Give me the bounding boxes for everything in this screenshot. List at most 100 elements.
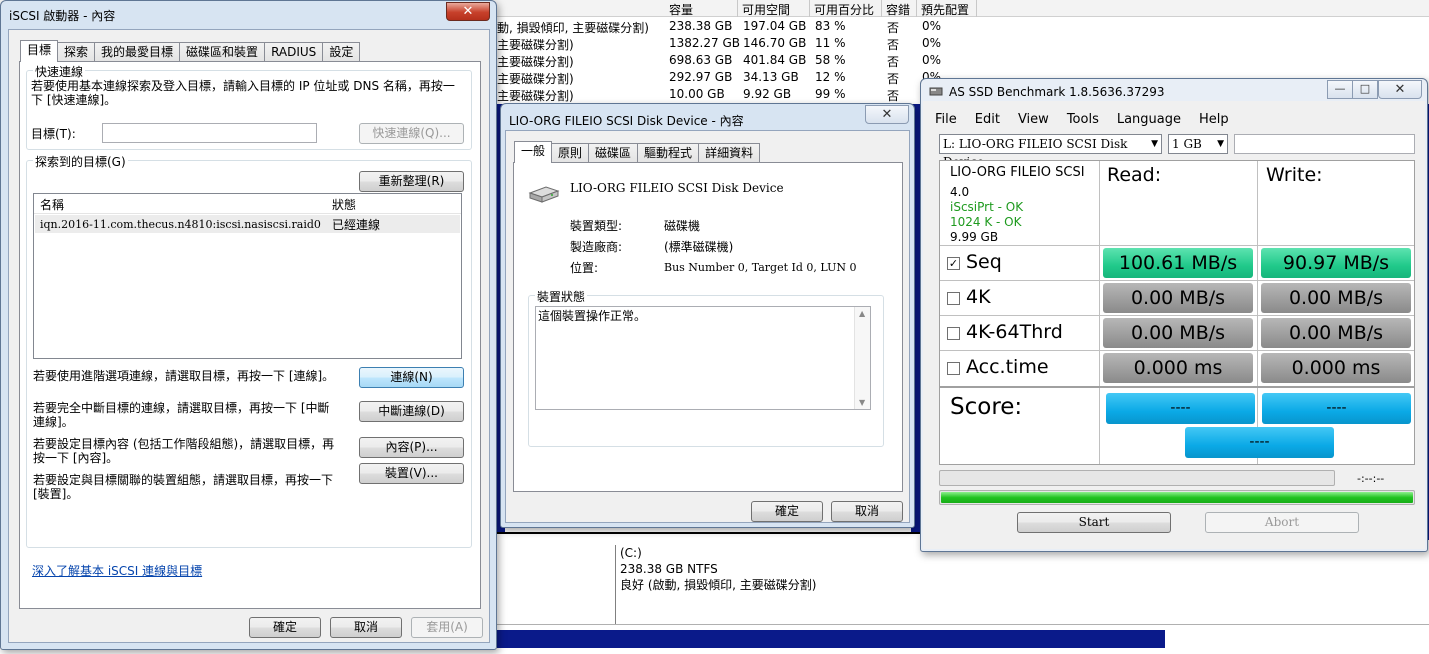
table-row[interactable]: iqn.2016-11.com.thecus.n4810:iscsi.nasis… <box>35 215 460 233</box>
volume-status: 動, 損毀傾印, 主要磁碟分割) <box>497 21 649 35</box>
grid-line <box>940 315 1414 316</box>
scrollbar[interactable]: ▲ ▼ <box>854 307 870 409</box>
scroll-down-icon[interactable]: ▼ <box>859 398 865 407</box>
grid-line <box>940 386 1414 388</box>
disconnect-description: 若要完全中斷目標的連線，請選取目標，再按一下 [中斷連線]。 <box>33 401 330 429</box>
cancel-button[interactable]: 取消 <box>831 501 903 522</box>
comment-field[interactable] <box>1234 134 1415 154</box>
cancel-button[interactable]: 取消 <box>330 617 402 638</box>
total-progress-bar <box>939 490 1415 505</box>
test-label: Acc.time <box>966 356 1049 378</box>
acc-read-result: 0.000 ms <box>1103 353 1253 383</box>
learn-more-link[interactable]: 深入了解基本 iSCSI 連線與目標 <box>32 564 202 578</box>
volume-free: 401.84 GB <box>743 53 807 67</box>
properties-button[interactable]: 內容(P)... <box>359 437 464 458</box>
menu-language[interactable]: Language <box>1117 112 1181 127</box>
size-select[interactable]: 1 GB ▼ <box>1168 134 1228 154</box>
menu-edit[interactable]: Edit <box>975 112 1000 127</box>
targets-list[interactable]: 名稱 狀態 iqn.2016-11.com.thecus.n4810:iscsi… <box>33 193 462 359</box>
acc-write-result: 0.000 ms <box>1261 353 1411 383</box>
tab-targets[interactable]: 目標 <box>20 40 59 62</box>
volume-pct: 83 % <box>815 19 846 33</box>
ok-button[interactable]: 確定 <box>751 501 823 522</box>
4k64-checkbox[interactable] <box>947 327 960 340</box>
score-label: Score: <box>950 394 1023 420</box>
close-button[interactable]: ✕ <box>446 2 490 21</box>
4k-checkbox[interactable] <box>947 292 960 305</box>
devices-button[interactable]: 裝置(V)... <box>359 463 464 484</box>
general-panel: LIO-ORG FILEIO SCSI Disk Device 裝置類型: 磁碟… <box>513 162 903 492</box>
volume-free: 9.92 GB <box>743 87 792 101</box>
minimize-button[interactable]: — <box>1327 80 1353 99</box>
close-button[interactable]: ✕ <box>865 105 909 124</box>
close-button[interactable]: ✕ <box>1378 80 1422 99</box>
target-input[interactable] <box>102 123 317 143</box>
scroll-up-icon[interactable]: ▲ <box>859 309 865 318</box>
device-status-textbox[interactable]: 這個裝置操作正常。 ▲ ▼ <box>535 306 871 410</box>
tab-volumes[interactable]: 磁碟區 <box>588 143 639 163</box>
quick-connect-button[interactable]: 快速連線(Q)... <box>359 123 464 144</box>
menu-view[interactable]: View <box>1018 112 1049 127</box>
write-header: Write: <box>1266 164 1323 186</box>
volume-free: 34.13 GB <box>743 70 799 84</box>
read-header: Read: <box>1107 164 1162 186</box>
col-fault[interactable]: 容錯 <box>882 0 917 17</box>
menu-file[interactable]: File <box>935 112 957 127</box>
tab-policies[interactable]: 原則 <box>551 143 590 163</box>
tab-volumes-devices[interactable]: 磁碟區和裝置 <box>179 42 266 62</box>
grid-line <box>940 245 1414 246</box>
connect-button[interactable]: 連線(N) <box>359 367 464 388</box>
col-free[interactable]: 可用空間 <box>738 0 810 17</box>
results-grid: LIO-ORG FILEIO SCSI 4.0 iScsiPrt - OK 10… <box>939 160 1415 465</box>
partition-size: 238.38 GB NTFS <box>620 562 718 576</box>
col-pct[interactable]: 可用百分比 <box>810 0 882 17</box>
column-status[interactable]: 狀態 <box>332 198 356 212</box>
volume-row[interactable]: 主要磁碟分割) 698.63 GB 401.84 GB 58 % 否 0% <box>497 53 977 70</box>
acc-time-checkbox[interactable] <box>947 362 960 375</box>
abort-button[interactable]: Abort <box>1205 512 1359 533</box>
tab-driver[interactable]: 驅動程式 <box>637 143 700 163</box>
size-select-value: 1 GB <box>1172 137 1202 151</box>
group-label: 裝置狀態 <box>535 288 588 305</box>
partition-c[interactable]: (C:) 238.38 GB NTFS 良好 (啟動, 損毀傾印, 主要磁碟分割… <box>620 545 816 593</box>
4k-write-result: 0.00 MB/s <box>1261 283 1411 313</box>
column-name[interactable]: 名稱 <box>40 198 64 212</box>
volume-row[interactable]: 主要磁碟分割) 292.97 GB 34.13 GB 12 % 否 0% <box>497 70 977 87</box>
menu-tools[interactable]: Tools <box>1067 112 1099 127</box>
dialog-body: 目標 探索 我的最愛目標 磁碟區和裝置 RADIUS 設定 快速連線 若要使用基… <box>8 29 490 643</box>
volume-capacity: 698.63 GB <box>669 53 733 67</box>
tab-favorite-targets[interactable]: 我的最愛目標 <box>94 42 181 62</box>
ok-button[interactable]: 確定 <box>249 617 321 638</box>
volume-pct: 58 % <box>815 53 846 67</box>
col-overhead[interactable]: 預先配置 <box>917 0 977 17</box>
disconnect-button[interactable]: 中斷連線(D) <box>359 401 464 422</box>
partition-status: 良好 (啟動, 損毀傾印, 主要磁碟分割) <box>620 578 817 592</box>
volume-row[interactable]: 主要磁碟分割) 1382.27 GB 146.70 GB 11 % 否 0% <box>497 36 977 53</box>
tab-general[interactable]: 一般 <box>514 141 553 163</box>
volume-fault: 否 <box>887 89 900 103</box>
app-icon <box>929 85 943 97</box>
tab-strip: 目標 探索 我的最愛目標 磁碟區和裝置 RADIUS 設定 <box>20 40 361 62</box>
manufacturer-label: 製造廠商: <box>570 240 623 254</box>
quick-connect-description: 若要使用基本連線探索及登入目標，請輸入目標的 IP 位址或 DNS 名稱，再按一… <box>31 79 455 107</box>
maximize-button[interactable]: □ <box>1352 80 1378 99</box>
progress-fill <box>941 492 1413 503</box>
volume-overhead: 0% <box>922 36 942 50</box>
refresh-button[interactable]: 重新整理(R) <box>359 171 464 192</box>
tab-radius[interactable]: RADIUS <box>264 42 324 62</box>
tab-discovery[interactable]: 探索 <box>57 42 96 62</box>
start-button[interactable]: Start <box>1017 512 1171 533</box>
seq-checkbox[interactable]: ✓ <box>947 257 960 270</box>
disk-drive-icon <box>528 183 560 205</box>
tab-details[interactable]: 詳細資料 <box>698 143 761 163</box>
apply-button[interactable]: 套用(A) <box>411 617 483 638</box>
drive-select[interactable]: L: LIO-ORG FILEIO SCSI Disk Device ▼ <box>939 134 1162 169</box>
volume-status: 主要磁碟分割) <box>497 89 574 103</box>
volume-row[interactable]: 動, 損毀傾印, 主要磁碟分割) 238.38 GB 197.04 GB 83 … <box>497 19 977 36</box>
col-capacity[interactable]: 容量 <box>665 0 738 17</box>
volume-row[interactable]: 主要磁碟分割) 10.00 GB 9.92 GB 99 % 否 0% <box>497 87 977 104</box>
volume-fault: 否 <box>887 72 900 86</box>
score-write: ---- <box>1262 393 1411 424</box>
tab-configuration[interactable]: 設定 <box>322 42 361 62</box>
menu-help[interactable]: Help <box>1199 112 1229 127</box>
